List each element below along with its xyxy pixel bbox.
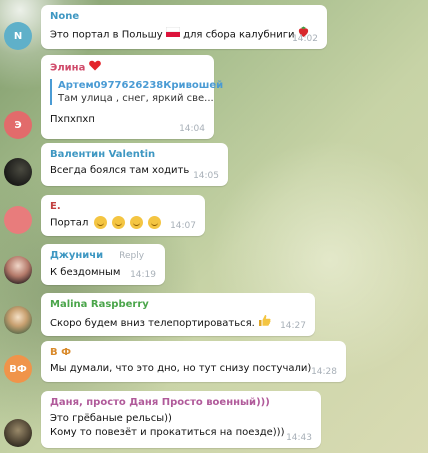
reply-link[interactable]: Reply — [119, 251, 144, 261]
smile-emoji-icon — [129, 216, 143, 229]
message-time: 14:07 — [170, 221, 196, 231]
message-text: Это грёбаные рельсы)) — [50, 413, 172, 424]
sender-name[interactable]: В Ф — [50, 346, 337, 359]
message-time: 14:27 — [280, 321, 306, 331]
avatar[interactable] — [4, 256, 32, 284]
message-bubble[interactable]: E. Портал 14:07 — [41, 195, 205, 236]
sender-name[interactable]: Валентин Valentin — [50, 148, 219, 161]
message-time: 14:19 — [130, 270, 156, 280]
message-bubble[interactable]: Даня, просто Даня Просто военный))) Это … — [41, 391, 321, 448]
avatar[interactable] — [4, 206, 32, 234]
message-time: 14:04 — [179, 124, 205, 134]
message-bubble[interactable]: Валентин Valentin Всегда боялся там ходи… — [41, 143, 228, 186]
thumbs-up-icon — [258, 314, 271, 332]
message-time: 14:28 — [311, 367, 337, 377]
smile-emoji-icon — [148, 216, 162, 229]
message-time: 14:02 — [292, 34, 318, 44]
message-bubble[interactable]: В Ф Мы думали, что это дно, но тут снизу… — [41, 341, 346, 382]
message-time: 14:05 — [193, 171, 219, 181]
message-bubble[interactable]: None Это портал в Польшу для сбора калуб… — [41, 5, 327, 49]
smile-emoji-icon — [93, 216, 107, 229]
message-text: Скоро будем вниз телепортироваться. — [50, 314, 306, 332]
sender-name[interactable]: None — [50, 10, 318, 23]
message-bubble[interactable]: Элина Артем0977626238Кривошей Там улица … — [41, 55, 223, 139]
message-time: 14:43 — [286, 433, 312, 443]
sender-name[interactable]: Элина — [50, 60, 205, 75]
reply-quote[interactable]: Артем0977626238Кривошей Там улица , снег… — [50, 79, 223, 105]
avatar[interactable]: ВФ — [4, 355, 32, 383]
avatar[interactable] — [4, 419, 32, 447]
smile-emoji-icon — [111, 216, 125, 229]
message-bubble[interactable]: Malina Raspberry Скоро будем вниз телепо… — [41, 293, 315, 336]
avatar[interactable] — [4, 158, 32, 186]
avatar[interactable]: N — [4, 22, 32, 50]
message-text: Это портал в Польшу для сбора калубниги — [50, 26, 318, 43]
poland-flag-icon — [165, 26, 181, 42]
heart-icon — [88, 60, 101, 75]
message-bubble[interactable]: Джуничи Reply К бездомным 14:19 — [41, 244, 165, 285]
sender-name[interactable]: Джуничи Reply — [50, 249, 156, 263]
avatar[interactable] — [4, 306, 32, 334]
message-text: Мы думали, что это дно, но тут снизу пос… — [50, 363, 312, 374]
sender-name[interactable]: Malina Raspberry — [50, 298, 306, 311]
sender-name[interactable]: E. — [50, 200, 196, 213]
sender-name[interactable]: Даня, просто Даня Просто военный))) — [50, 396, 312, 409]
message-text: Кому то повезёт и прокатиться на поезде)… — [50, 427, 285, 438]
avatar[interactable]: Э — [4, 111, 32, 139]
